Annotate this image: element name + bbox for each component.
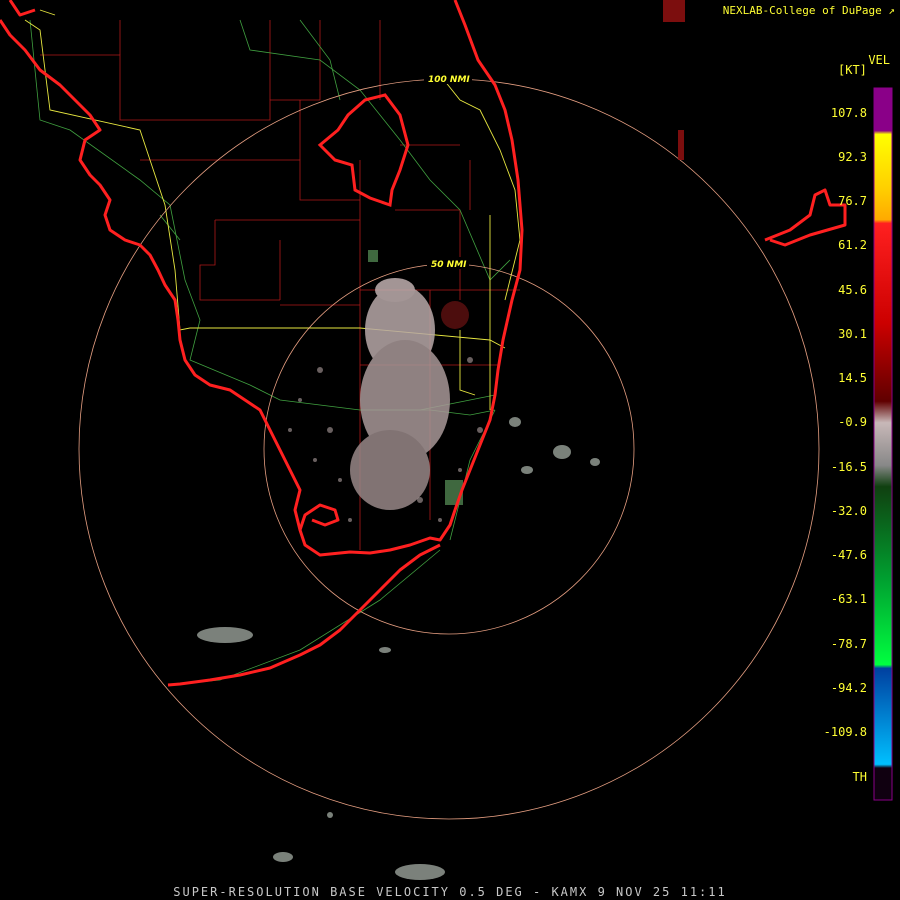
legend-tick: 76.7 [838, 194, 867, 208]
legend-tick: -109.8 [823, 725, 867, 739]
color-scale-bar [873, 87, 893, 801]
echo-core [350, 278, 469, 510]
ring-label-100: 100 NMI [428, 75, 470, 85]
county-lines [40, 20, 520, 550]
legend-tick: 107.8 [830, 106, 867, 120]
echo-red-ne [663, 0, 685, 160]
legend-tick: TH [852, 770, 867, 784]
legend-tick: -94.2 [830, 681, 867, 695]
legend-tick: 14.5 [838, 371, 867, 385]
ring-label-50: 50 NMI [431, 260, 467, 270]
external-link-icon: ↗ [888, 4, 895, 17]
legend-tick: -16.5 [830, 460, 867, 474]
legend-tick: -47.6 [830, 548, 867, 562]
velocity-echoes [197, 0, 685, 880]
lake-okeechobee [317, 93, 410, 208]
legend-tick: 61.2 [838, 238, 867, 252]
legend-tick: -63.1 [830, 592, 867, 606]
credit-text[interactable]: NEXLAB-College of DuPage ↗ [723, 4, 895, 17]
legend-tick: -32.0 [830, 504, 867, 518]
legend-tick: 92.3 [838, 150, 867, 164]
product-caption: SUPER-RESOLUTION BASE VELOCITY 0.5 DEG -… [173, 885, 727, 899]
legend-tick: 45.6 [838, 283, 867, 297]
credit-label: NEXLAB-College of DuPage [722, 4, 882, 17]
radar-map: 100 NMI 50 NMI [0, 0, 893, 880]
legend-tick: -78.7 [830, 637, 867, 651]
legend-product: VEL [868, 53, 890, 67]
legend-unit: [KT] [838, 63, 867, 77]
legend-tick: 30.1 [838, 327, 867, 341]
legend-tick: -0.9 [838, 415, 867, 429]
range-rings [78, 78, 820, 820]
ring-100nmi [78, 78, 820, 820]
